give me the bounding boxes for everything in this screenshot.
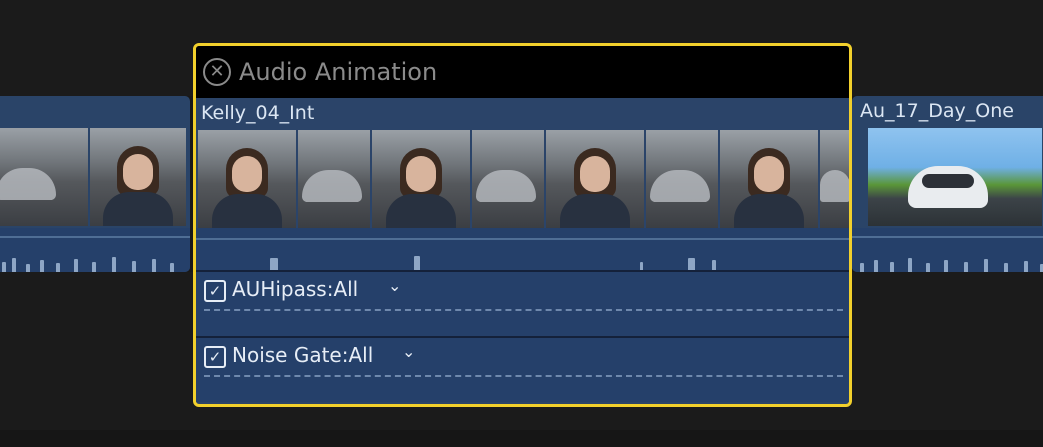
right-clip-filmstrip: [868, 128, 1042, 226]
selected-clip-frame: [546, 130, 644, 228]
checkbox-checked-icon[interactable]: ✓: [204, 280, 226, 302]
effect-label: Noise Gate:All: [232, 343, 374, 367]
effect-row-noise-gate[interactable]: ✓ Noise Gate:All ⌄: [196, 336, 849, 402]
selected-clip-frame: [198, 130, 296, 228]
effect-label: AUHipass:All: [232, 277, 359, 301]
selected-clip-frame: [646, 130, 718, 228]
selected-clip-frame: [298, 130, 370, 228]
left-clip-filmstrip: [0, 128, 186, 226]
selected-clip-frame: [720, 130, 818, 228]
selected-clip[interactable]: ✕ Audio Animation Kelly_04_Int ✓ AUHipas…: [193, 43, 852, 407]
right-clip-audio: [852, 228, 1043, 272]
selected-clip-frame: [820, 130, 849, 228]
right-clip-title: Au_17_Day_One: [860, 100, 1014, 122]
selected-clip-audio-waveform: [196, 228, 849, 270]
audio-animation-title: Audio Animation: [239, 58, 438, 86]
left-clip[interactable]: [0, 96, 190, 272]
right-clip[interactable]: Au_17_Day_One: [852, 96, 1043, 272]
left-clip-frame: [0, 128, 88, 226]
left-clip-frame: [90, 128, 186, 226]
audio-animation-header: ✕ Audio Animation: [196, 46, 849, 98]
chevron-down-icon[interactable]: ⌄: [388, 276, 401, 295]
selected-clip-frame: [472, 130, 544, 228]
keyframe-line[interactable]: [204, 375, 843, 377]
chevron-down-icon[interactable]: ⌄: [402, 342, 415, 361]
selected-clip-frame: [372, 130, 470, 228]
left-clip-audio: [0, 228, 190, 272]
timeline-bottom-track: [0, 430, 1043, 447]
checkbox-checked-icon[interactable]: ✓: [204, 346, 226, 368]
selected-clip-title: Kelly_04_Int: [201, 102, 315, 124]
close-circle-icon[interactable]: ✕: [203, 58, 231, 86]
effect-row-auhipass[interactable]: ✓ AUHipass:All ⌄: [196, 270, 849, 336]
selected-clip-filmstrip: [198, 130, 849, 228]
keyframe-line[interactable]: [204, 309, 843, 311]
right-clip-frame: [868, 128, 1042, 226]
